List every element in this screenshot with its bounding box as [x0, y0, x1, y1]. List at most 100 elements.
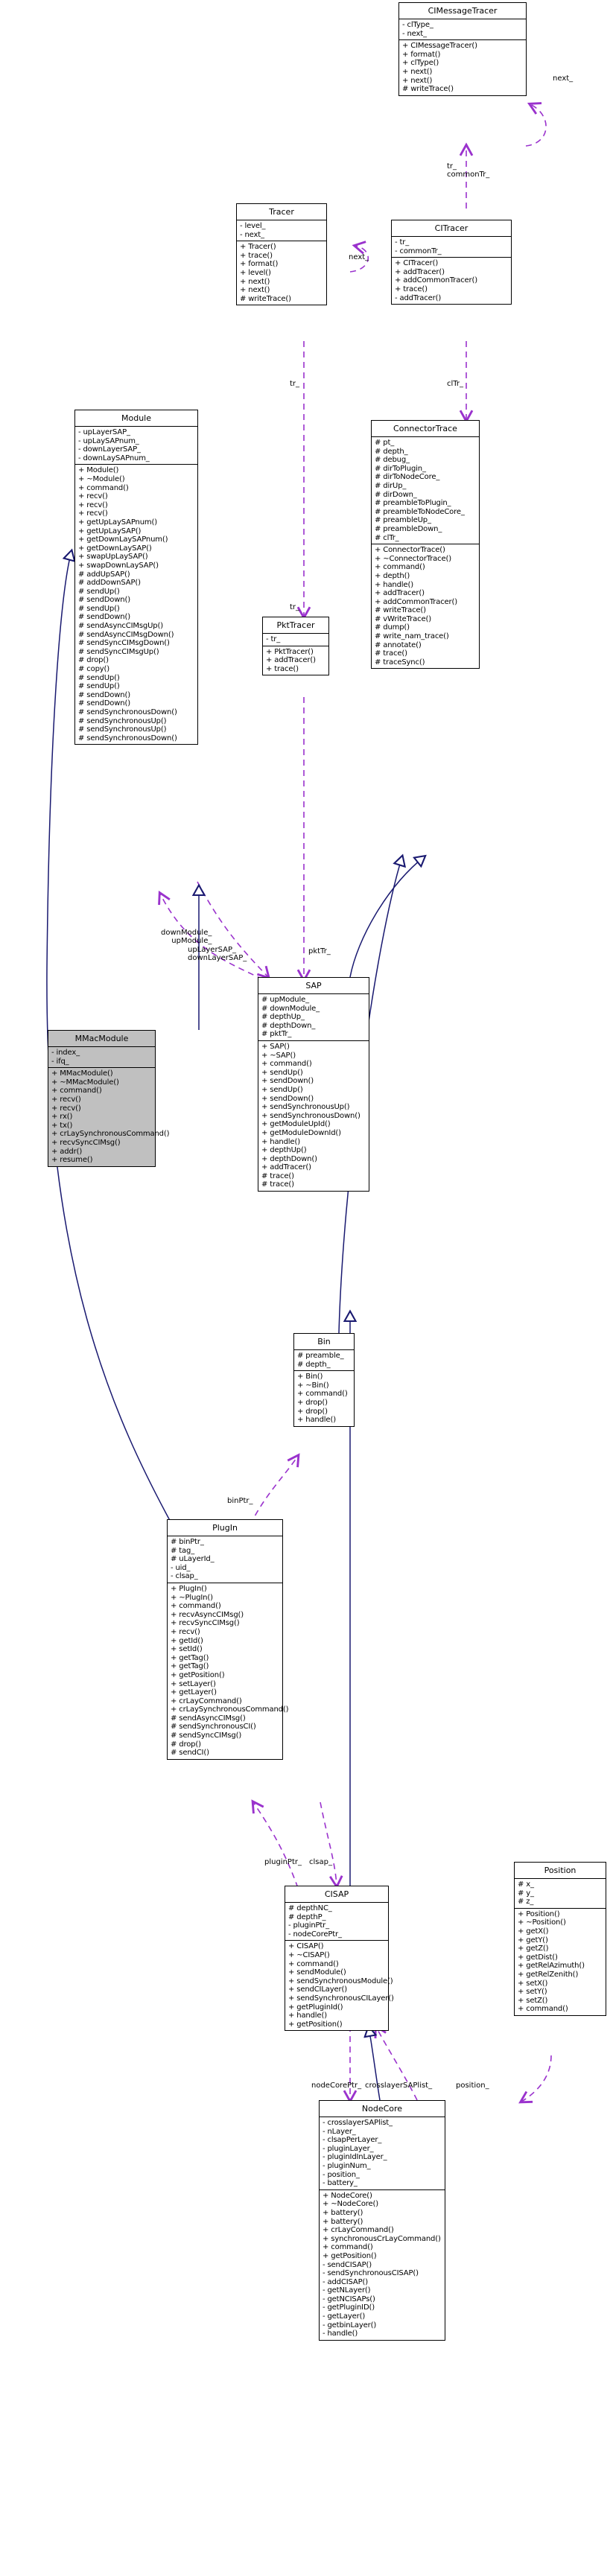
attribute-row: # depthNC_ — [288, 1904, 332, 1912]
method-row: # dump() — [375, 623, 410, 632]
method-row: + rx() — [51, 1113, 73, 1122]
method-row: + next() — [240, 286, 270, 295]
class-attributes: - index_ - ifq_ — [48, 1047, 155, 1069]
method-row: # vWriteTrace() — [375, 614, 431, 623]
class-box-citracer[interactable]: CITracer - tr_ - commonTr_ + CITracer() … — [391, 220, 512, 305]
method-row: + setX() — [518, 1979, 548, 1988]
method-row: + recv() — [51, 1095, 81, 1104]
method-row: + crLaySynchronousCommand() — [51, 1130, 170, 1139]
class-box-cimessagetracer[interactable]: CIMessageTracer - clType_ - next_ + CIMe… — [398, 2, 527, 96]
method-row: # sendAsyncCIMsgUp() — [78, 622, 163, 631]
edge-label-crosslayer: crosslayerSAPlist_ — [365, 2082, 433, 2090]
attribute-row: - index_ — [51, 1049, 80, 1057]
edge-label-uplaydownlay: upLayerSAP_ downLayerSAP_ — [188, 946, 247, 962]
method-row: # sendSyncCIMsgDown() — [78, 639, 170, 648]
attribute-row: - pluginPtr_ — [288, 1921, 329, 1930]
method-row: # trace() — [261, 1180, 294, 1189]
class-attributes: # binPtr_ # tag_ # uLayerId_ - uid_ - cl… — [168, 1536, 282, 1583]
edge-label-clsap: clsap_ — [309, 1858, 332, 1866]
method-row: # sendSynchronousCI() — [171, 1723, 256, 1731]
attribute-row: # y_ — [518, 1889, 534, 1898]
edge-label-cltr: clTr_ — [447, 380, 464, 388]
method-row: + CISAP() — [288, 1942, 324, 1951]
method-row: + recv() — [78, 500, 108, 509]
class-box-sap[interactable]: SAP # upModule_ # downModule_ # depthUp_… — [258, 977, 369, 1192]
method-row: + CITracer() — [395, 259, 439, 268]
method-row: + sendCILayer() — [288, 1985, 347, 1994]
method-row: + getTag() — [171, 1662, 209, 1671]
method-row: + depth() — [375, 571, 410, 580]
attribute-row: - downLayerSAP_ — [78, 445, 141, 454]
method-row: # sendAsyncCIMsg() — [171, 1714, 246, 1723]
edge-label-nodecoreptr: nodeCorePtr_ — [311, 2082, 362, 2090]
class-box-position[interactable]: Position # x_ # y_ # z_ + Position() + ~… — [514, 1862, 606, 2016]
class-title: Bin — [294, 1334, 354, 1350]
class-box-cisap[interactable]: CISAP # depthNC_ # depthP_ - pluginPtr_ … — [285, 1886, 394, 2032]
edge-label-binptr: binPtr_ — [227, 1497, 253, 1505]
attribute-row: # z_ — [518, 1898, 534, 1906]
attribute-row: # preambleToNodeCore_ — [375, 507, 465, 516]
method-row: + swapDownLaySAP() — [78, 561, 159, 570]
method-row: + getTag() — [171, 1653, 209, 1662]
class-box-nodecore[interactable]: NodeCore - crosslayerSAPlist_ - nLayer_ … — [319, 2100, 445, 2341]
method-row: # trace() — [261, 1171, 294, 1180]
class-attributes: # upModule_ # downModule_ # depthUp_ # d… — [258, 994, 369, 1041]
method-row: # traceSync() — [375, 658, 425, 667]
edge-label-downup-module: downModule_ upModule_ — [161, 929, 212, 945]
method-row: + sendSynchronousUp() — [261, 1103, 350, 1112]
method-row: + addTracer() — [261, 1163, 311, 1172]
method-row: + getLayer() — [171, 1688, 217, 1697]
class-attributes: - crosslayerSAPlist_ - nLayer_ - clsapPe… — [320, 2117, 445, 2190]
method-row: # sendSyncCIMsgUp() — [78, 647, 159, 656]
class-box-plugin[interactable]: PlugIn # binPtr_ # tag_ # uLayerId_ - ui… — [167, 1519, 289, 1760]
method-row: + recvAsyncCIMsg() — [171, 1610, 244, 1619]
class-box-tracer[interactable]: Tracer - level_ - next_ + Tracer() + tra… — [236, 203, 327, 306]
method-row: + command() — [375, 563, 425, 572]
method-row: + depthDown() — [261, 1154, 317, 1163]
method-row: + PlugIn() — [171, 1584, 207, 1593]
method-row: + getPosition() — [323, 2251, 377, 2260]
method-row: + next() — [240, 277, 270, 286]
method-row: + crLaySynchronousCommand() — [171, 1705, 289, 1714]
class-attributes: # preamble_ # depth_ — [294, 1350, 354, 1372]
method-row: + recv() — [78, 492, 108, 501]
attribute-row: # dirToNodeCore_ — [375, 473, 440, 482]
method-row: + ~CISAP() — [288, 1950, 330, 1959]
method-row: + getPluginId() — [288, 2003, 343, 2011]
attribute-row: # preamble_ — [297, 1352, 344, 1360]
method-row: + NodeCore() — [323, 2191, 372, 2200]
method-row: + getUpLaySAPnum() — [78, 518, 158, 527]
class-box-module[interactable]: Module - upLayerSAP_ - upLaySAPnum_ - do… — [74, 410, 198, 745]
method-row: + MMacModule() — [51, 1069, 113, 1078]
class-methods: + CITracer() + addTracer() + addCommonTr… — [392, 258, 511, 304]
attribute-row: # dirToPlugin_ — [375, 464, 426, 473]
method-row: # sendDown() — [78, 596, 130, 605]
method-row: + ~Bin() — [297, 1381, 329, 1390]
method-row: + sendSynchronousModule() — [288, 1976, 393, 1985]
method-row: + next() — [402, 76, 433, 85]
class-attributes: - tr_ - commonTr_ — [392, 237, 511, 258]
method-row: + trace() — [240, 251, 273, 260]
class-box-bin[interactable]: Bin # preamble_ # depth_ + Bin() + ~Bin(… — [293, 1333, 355, 1427]
class-attributes: # depthNC_ # depthP_ - pluginPtr_ - node… — [285, 1903, 388, 1941]
method-row: + getPosition() — [171, 1670, 225, 1679]
attribute-row: # downModule_ — [261, 1004, 320, 1013]
method-row: + getDownLaySAPnum() — [78, 535, 168, 544]
method-row: + command() — [518, 2005, 568, 2014]
attribute-row: - clsap_ — [171, 1572, 198, 1581]
method-row: + sendDown() — [261, 1077, 314, 1086]
attribute-row: # depthDown_ — [261, 1021, 316, 1030]
method-row: + handle() — [297, 1416, 336, 1425]
method-row: + ~PlugIn() — [171, 1593, 213, 1602]
class-box-connectortrace[interactable]: ConnectorTrace # pt_ # depth_ # debug_ #… — [371, 420, 480, 670]
method-row: + Tracer() — [240, 243, 276, 252]
method-row: + addTracer() — [266, 656, 316, 665]
class-title: SAP — [258, 978, 369, 994]
method-row: + format() — [402, 50, 441, 59]
method-row: + command() — [51, 1087, 102, 1095]
method-row: + PktTracer() — [266, 647, 314, 656]
method-row: + addCommonTracer() — [395, 276, 478, 285]
class-box-mmacmodule[interactable]: MMacModule - index_ - ifq_ + MMacModule(… — [48, 1030, 170, 1167]
class-box-pkttracer[interactable]: PktTracer - tr_ + PktTracer() + addTrace… — [262, 617, 329, 676]
method-row: + recv() — [78, 509, 108, 518]
